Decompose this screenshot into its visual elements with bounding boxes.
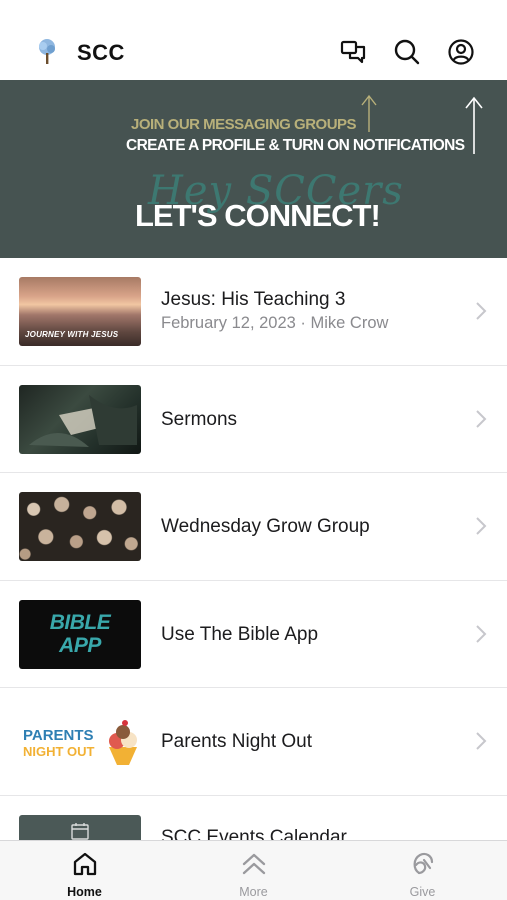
list-item-title: Sermons <box>161 408 238 430</box>
list-item-title: Jesus: His Teaching 3 <box>161 289 346 310</box>
journey-thumbnail: JOURNEY WITH JESUS <box>19 277 141 346</box>
bible-app-thumbnail: BIBLE APP <box>19 599 141 669</box>
chevrons-up-icon <box>242 853 266 875</box>
list-item-title: Parents Night Out <box>161 731 313 752</box>
connect-banner[interactable]: JOIN OUR MESSAGING GROUPS CREATE A PROFI… <box>0 80 507 258</box>
tree-logo-icon <box>34 38 60 66</box>
list-item-title: Use The Bible App <box>161 623 319 645</box>
calendar-icon <box>71 822 89 840</box>
account-icon[interactable] <box>447 38 475 66</box>
list-item[interactable]: JOURNEY WITH JESUS Jesus: His Teaching 3… <box>0 258 507 366</box>
list-item[interactable]: BIBLE APP Use The Bible App <box>0 580 507 688</box>
list-item-title: SCC Events Calendar <box>161 826 347 841</box>
chevron-right-icon <box>476 409 487 428</box>
banner-headline: LET'S CONNECT! <box>135 198 381 233</box>
tab-home[interactable]: Home <box>0 841 169 900</box>
sundae-icon <box>109 720 137 765</box>
app-header: SCC <box>0 0 507 80</box>
thumbnail-text-1: BIBLE <box>49 610 111 634</box>
chevron-right-icon <box>476 624 487 643</box>
content-list: JOURNEY WITH JESUS Jesus: His Teaching 3… <box>0 258 507 840</box>
woodpile-thumbnail <box>19 492 141 561</box>
tab-bar: Home More Give <box>0 840 507 900</box>
give-icon <box>413 852 434 875</box>
list-item-subtitle: February 12, 2023 · Mike Crow <box>161 314 389 332</box>
chat-icon[interactable] <box>339 38 367 66</box>
thumbnail-caption: JOURNEY WITH JESUS <box>25 330 119 339</box>
list-item-title: Wednesday Grow Group <box>161 516 370 537</box>
banner-line-1: JOIN OUR MESSAGING GROUPS <box>131 116 357 133</box>
search-icon[interactable] <box>393 38 421 66</box>
calendar-thumbnail <box>19 814 141 840</box>
tab-more[interactable]: More <box>169 841 338 900</box>
parents-night-thumbnail: PARENTS NIGHT OUT <box>19 707 141 776</box>
list-item[interactable]: SCC Events Calendar <box>0 795 507 841</box>
tab-give[interactable]: Give <box>338 841 507 900</box>
tab-label: Home <box>67 885 102 899</box>
sermons-thumbnail <box>19 384 141 454</box>
thumbnail-text-2: APP <box>59 633 101 657</box>
chevron-right-icon <box>476 302 487 320</box>
chevron-right-icon <box>476 732 487 750</box>
list-item[interactable]: Wednesday Grow Group <box>0 473 507 581</box>
list-item[interactable]: PARENTS NIGHT OUT Parents Night Out <box>0 688 507 796</box>
banner-line-2: CREATE A PROFILE & TURN ON NOTIFICATIONS <box>126 137 465 154</box>
app-title: SCC <box>77 40 125 65</box>
chevron-right-icon <box>476 517 487 535</box>
home-icon <box>73 852 97 876</box>
list-item[interactable]: Sermons <box>0 365 507 473</box>
tab-label: Give <box>409 885 436 899</box>
tab-label: More <box>239 885 268 899</box>
